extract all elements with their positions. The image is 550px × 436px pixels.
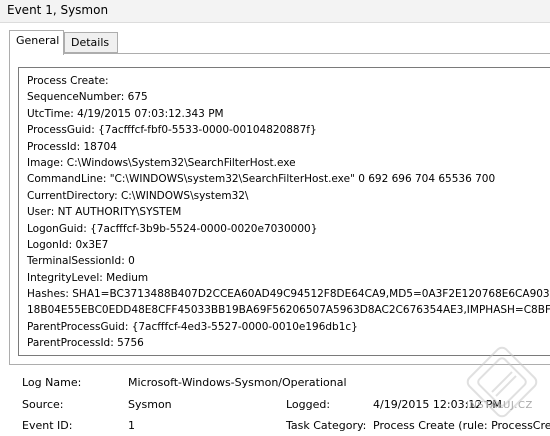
event-text-line: User: NT AUTHORITY\SYSTEM [27,206,182,219]
event-id-label: Event ID: [22,419,73,432]
event-text-line: 18B04E55EBC0EDD48E8CFF45033BB19BA69F5620… [27,304,550,317]
event-text-line: ProcessGuid: {7acfffcf-fbf0-5533-0000-00… [27,124,317,137]
event-text-line: Image: C:\Windows\System32\SearchFilterH… [27,156,296,169]
event-text-line: UtcTime: 4/19/2015 07:03:12.343 PM [27,107,224,120]
event-text-line: LogonGuid: {7acfffcf-3b9b-5524-0000-0020… [27,222,318,235]
event-id-value: 1 [128,419,135,432]
event-description-lines: Process Create: SequenceNumber: 675 UtcTim… [27,73,550,355]
event-text-line: ProcessId: 18704 [27,140,117,153]
event-description-textbox[interactable]: Process Create: SequenceNumber: 675 UtcTim… [18,67,550,356]
log-name-label: Log Name: [22,376,82,389]
watermark-text: INSTALUJ.CZ [466,400,533,411]
event-text-line: SequenceNumber: 675 [27,91,148,104]
window-titlebar: Event 1, Sysmon [0,0,550,23]
event-text-line: CommandLine: "C:\WINDOWS\system32\Search… [27,173,496,186]
event-text-line: LogonId: 0x3E7 [27,238,109,251]
watermark-logo [466,346,538,418]
tab-details[interactable]: Details [64,32,118,53]
logged-label: Logged: [286,398,331,411]
tab-general[interactable]: General [9,30,64,55]
source-label: Source: [22,398,64,411]
event-text-line: IntegrityLevel: Medium [27,271,149,284]
event-text-line: TerminalSessionId: 0 [27,255,135,268]
task-category-label: Task Category: [286,419,367,432]
event-text-line: CurrentDirectory: C:\WINDOWS\system32\ [27,189,249,202]
event-text-line: Hashes: SHA1=BC3713488B407D2CCEA60AD49C9… [27,288,550,301]
log-name-value: Microsoft-Windows-Sysmon/Operational [128,376,347,389]
event-text-line: ParentProcessGuid: {7acfffcf-4ed3-5527-0… [27,320,358,333]
source-value: Sysmon [128,398,172,411]
event-text-line: Process Create: [27,75,109,87]
window-title: Event 1, Sysmon [7,3,109,17]
